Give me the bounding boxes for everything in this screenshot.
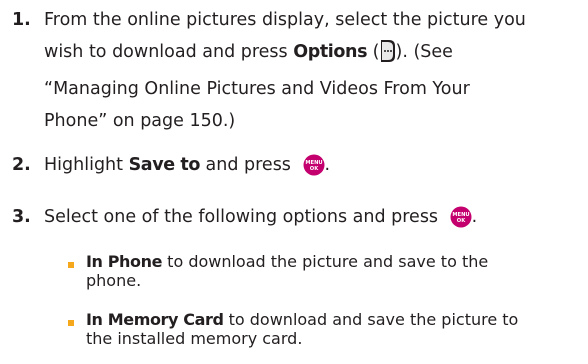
step-text: Select one of the following options and … [44, 201, 582, 239]
right-softkey-icon [380, 40, 395, 73]
instruction-page: 1. From the online pictures display, sel… [0, 0, 588, 364]
in-phone-label: In Phone [86, 252, 163, 271]
menu-ok-key-icon: MENU OK [450, 206, 472, 239]
step-1-line-1: From the online pictures display, select… [44, 10, 526, 30]
bullet-icon [68, 320, 74, 326]
step-number: 2. [12, 155, 31, 175]
svg-text:OK: OK [309, 166, 318, 172]
save-to-label: Save to [128, 155, 201, 175]
step-1-line-4: Phone” on page 150.) [44, 111, 236, 131]
in-memory-card-label: In Memory Card [86, 310, 224, 329]
options-label: Options [293, 42, 368, 62]
step-1-line-3: “Managing Online Pictures and Videos Fro… [44, 79, 470, 99]
menu-ok-key-icon: MENU OK [303, 154, 325, 187]
step-text: From the online pictures display, select… [44, 4, 582, 137]
step-number: 1. [12, 10, 31, 30]
step-text: Highlight Save to and press MENU OK. [44, 149, 582, 187]
bullet-icon [68, 262, 74, 268]
step-number: 3. [12, 207, 31, 227]
step-1-line-2: wish to download and press Options (). (… [44, 36, 582, 73]
svg-text:OK: OK [456, 218, 465, 224]
